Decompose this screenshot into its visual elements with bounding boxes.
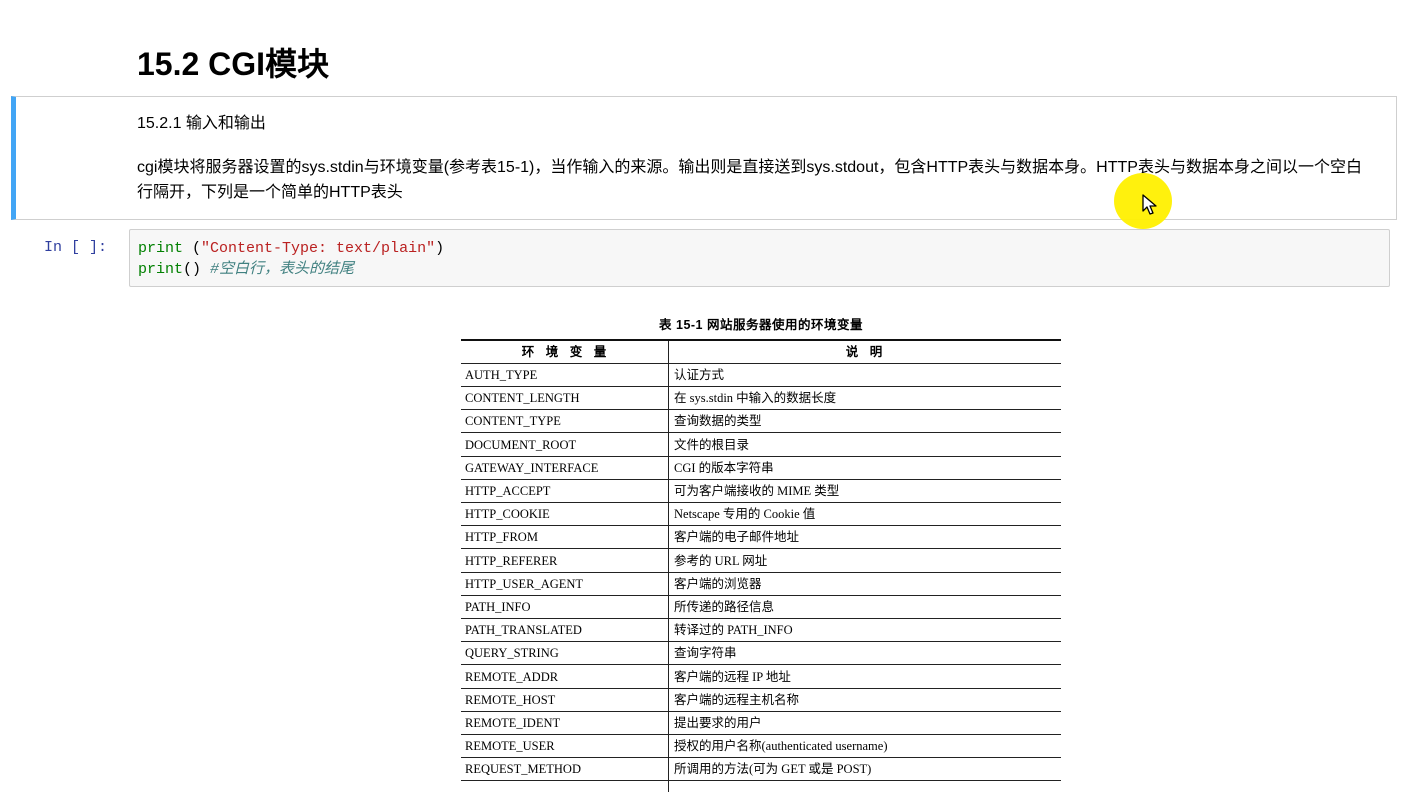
notebook-page: 15.2 CGI模块 15.2.1 输入和输出 cgi模块将服务器设置的sys.… [0,0,1408,792]
table-row: PATH_INFO 所传递的路径信息 [461,596,1061,619]
env-variable-name: HTTP_ACCEPT [465,484,551,498]
markdown-cell-selected[interactable]: 15.2.1 输入和输出 cgi模块将服务器设置的sys.stdin与环境变量(… [11,96,1397,220]
env-variable-description: 查询数据的类型 [674,414,762,429]
env-variable-description: 所传递的路径信息 [674,600,775,614]
env-variable-description: 可为客户端接收的 MIME 类型 [674,484,840,498]
table-row: GATEWAY_INTERFACE CGI 的版本字符串 [461,457,1061,480]
table-row: CONTENT_LENGTH 在 sys.stdin 中输入的数据长度 [461,387,1061,411]
env-variable-name: HTTP_USER_AGENT [465,576,584,591]
table-row: REMOTE_ADDR 客户端的远程 IP 地址 [461,666,1061,689]
env-variable-description: 认证方式 [674,368,725,382]
code-comment: #空白行，表头的结尾 [210,261,355,278]
table-caption: 表 15-1 网站服务器使用的环境变量 [659,318,863,332]
env-variable-name: PATH_TRANSLATED [465,623,582,638]
code-paren-open: ( [183,240,202,257]
env-variable-name: DOCUMENT_ROOT [465,437,577,452]
env-variable-name: CONTENT_TYPE [465,414,561,429]
code-line-2: print() #空白行，表头的结尾 [138,259,1389,280]
env-variable-name: REMOTE_ADDR [465,669,559,684]
table-column-divider [668,341,669,792]
table-row: HTTP_COOKIE Netscape 专用的 Cookie 值 [461,503,1061,527]
mouse-pointer-icon [1142,194,1157,215]
env-variable-description: 客户端的远程 IP 地址 [674,669,791,684]
table-row: REQUEST_METHOD 所调用的方法(可为 GET 或是 POST) [461,758,1061,782]
table-row: HTTP_REFERER 参考的 URL 网址 [461,550,1061,573]
table-row: HTTP_ACCEPT 可为客户端接收的 MIME 类型 [461,480,1061,503]
code-line-1: print ("Content-Type: text/plain") [138,238,1389,259]
env-variable-name: QUERY_STRING [465,646,559,661]
env-variable-name: CONTENT_LENGTH [465,391,580,406]
table-row: CONTENT_TYPE 查询数据的类型 [461,410,1061,434]
env-variable-name: REQUEST_METHOD [465,762,581,777]
table-row: HTTP_FROM 客户端的电子邮件地址 [461,526,1061,550]
env-variable-name: REMOTE_IDENT [465,716,561,730]
header-variable: 环 境 变 量 [521,345,611,359]
code-paren-close: ) [435,240,445,257]
env-variable-description: 客户端的浏览器 [674,576,762,591]
env-variable-name: HTTP_FROM [465,530,538,545]
section-heading: 15.2 CGI模块 [137,46,330,82]
env-variable-description: 参考的 URL 网址 [674,553,768,568]
code-builtin-print: print [138,240,184,257]
env-variable-name: HTTP_COOKIE [465,507,550,522]
table-row: PATH_TRANSLATED 转译过的 PATH_INFO [461,619,1061,643]
env-variable-name: AUTH_TYPE [465,368,538,382]
env-variable-name: HTTP_REFERER [465,553,558,568]
table-header-row: 环 境 变 量 说 明 [461,341,1061,364]
env-variable-name: REMOTE_HOST [465,692,556,707]
code-builtin-print: print [138,261,184,278]
table-row: QUERY_STRING 查询字符串 [461,642,1061,666]
env-variable-description: 客户端的电子邮件地址 [674,530,800,545]
table-row: HTTP_USER_AGENT 客户端的浏览器 [461,573,1061,596]
env-variable-description: 所调用的方法(可为 GET 或是 POST) [674,762,872,777]
env-variable-description: Netscape 专用的 Cookie 值 [674,507,816,522]
table-row: DOCUMENT_ROOT 文件的根目录 [461,434,1061,457]
env-variable-description: CGI 的版本字符串 [674,460,774,475]
table-row: REMOTE_IDENT 提出要求的用户 [461,712,1061,735]
env-variable-name: REMOTE_USER [465,739,555,754]
env-variable-description: 文件的根目录 [674,437,750,452]
env-variable-description: 转译过的 PATH_INFO [674,623,793,638]
subsection-heading: 15.2.1 输入和输出 [137,115,266,132]
env-variable-name: GATEWAY_INTERFACE [465,460,599,475]
table-row: AUTH_TYPE 认证方式 [461,364,1061,387]
markdown-paragraph: cgi模块将服务器设置的sys.stdin与环境变量(参考表15-1)，当作输入… [137,159,1362,201]
env-variable-description: 授权的用户名称(authenticated username) [674,739,888,754]
env-variable-description: 提出要求的用户 [674,716,762,730]
env-variable-description: 查询字符串 [674,646,737,661]
table-row: REMOTE_HOST 客户端的远程主机名称 [461,689,1061,712]
env-variable-description: 客户端的远程主机名称 [674,692,800,707]
input-prompt: In [ ]: [44,239,108,256]
env-variables-table-image: 表 15-1 网站服务器使用的环境变量 环 境 变 量 说 明 AUTH_TYP… [458,308,1064,792]
env-variable-description: 在 sys.stdin 中输入的数据长度 [674,391,837,406]
env-variable-name: PATH_INFO [465,600,531,614]
header-description: 说 明 [845,345,887,359]
code-cell-editor[interactable]: print ("Content-Type: text/plain") print… [129,229,1390,287]
table-row: REMOTE_USER 授权的用户名称(authenticated usernam… [461,735,1061,759]
code-args: () [183,261,211,278]
code-string: "Content-Type: text/plain" [201,240,436,257]
